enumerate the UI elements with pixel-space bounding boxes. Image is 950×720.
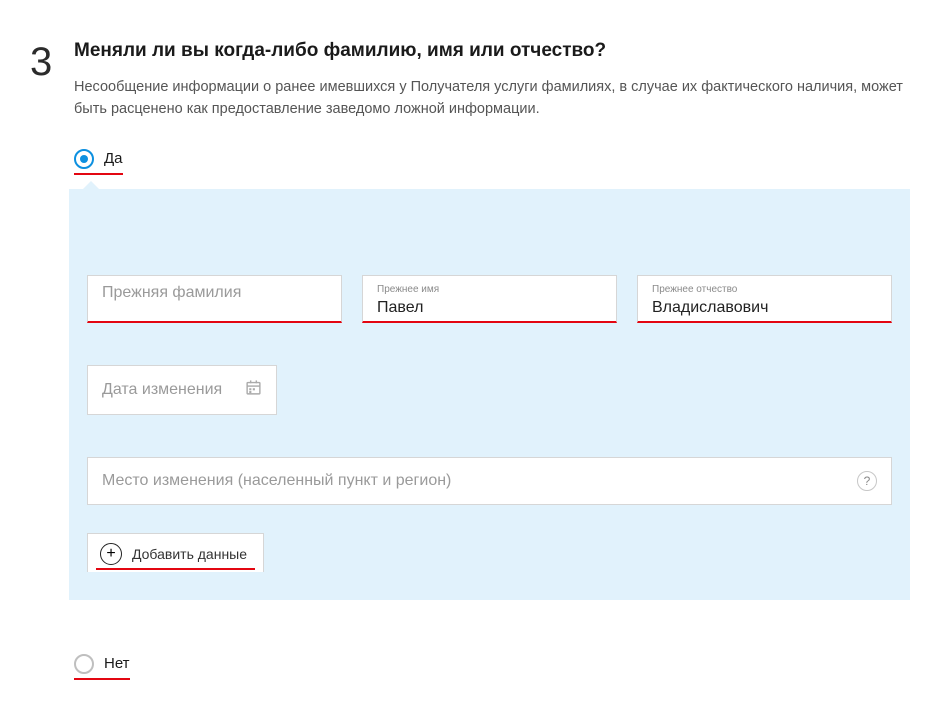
radio-icon-unselected bbox=[74, 654, 94, 674]
change-date-placeholder: Дата изменения bbox=[102, 381, 222, 399]
radio-option-yes[interactable]: Да bbox=[74, 149, 123, 175]
previous-name-field[interactable]: Прежнее имя Павел bbox=[362, 275, 617, 323]
plus-icon: + bbox=[100, 543, 122, 565]
change-date-field[interactable]: Дата изменения bbox=[87, 365, 277, 415]
step-number: 3 bbox=[30, 40, 74, 82]
radio-no-label: Нет bbox=[104, 655, 130, 672]
question-description: Несообщение информации о ранее имевшихся… bbox=[74, 76, 910, 121]
previous-patronymic-label: Прежнее отчество bbox=[652, 284, 877, 295]
radio-option-no[interactable]: Нет bbox=[74, 654, 130, 680]
previous-patronymic-value: Владиславович bbox=[652, 299, 768, 316]
question-title: Меняли ли вы когда-либо фамилию, имя или… bbox=[74, 40, 910, 62]
previous-name-label: Прежнее имя bbox=[377, 284, 602, 295]
previous-surname-placeholder: Прежняя фамилия bbox=[102, 284, 241, 301]
change-place-placeholder: Место изменения (населенный пункт и реги… bbox=[102, 472, 451, 490]
previous-name-panel: Прежняя фамилия Прежнее имя Павел Прежне… bbox=[69, 189, 910, 600]
add-data-button[interactable]: + Добавить данные bbox=[87, 533, 264, 572]
change-place-field[interactable]: Место изменения (населенный пункт и реги… bbox=[87, 457, 892, 505]
radio-icon-selected bbox=[74, 149, 94, 169]
previous-patronymic-field[interactable]: Прежнее отчество Владиславович bbox=[637, 275, 892, 323]
add-data-label: Добавить данные bbox=[132, 546, 247, 562]
help-icon[interactable]: ? bbox=[857, 471, 877, 491]
previous-surname-field[interactable]: Прежняя фамилия bbox=[87, 275, 342, 323]
calendar-icon bbox=[245, 379, 262, 401]
radio-yes-label: Да bbox=[104, 150, 123, 167]
previous-name-value: Павел bbox=[377, 299, 423, 316]
